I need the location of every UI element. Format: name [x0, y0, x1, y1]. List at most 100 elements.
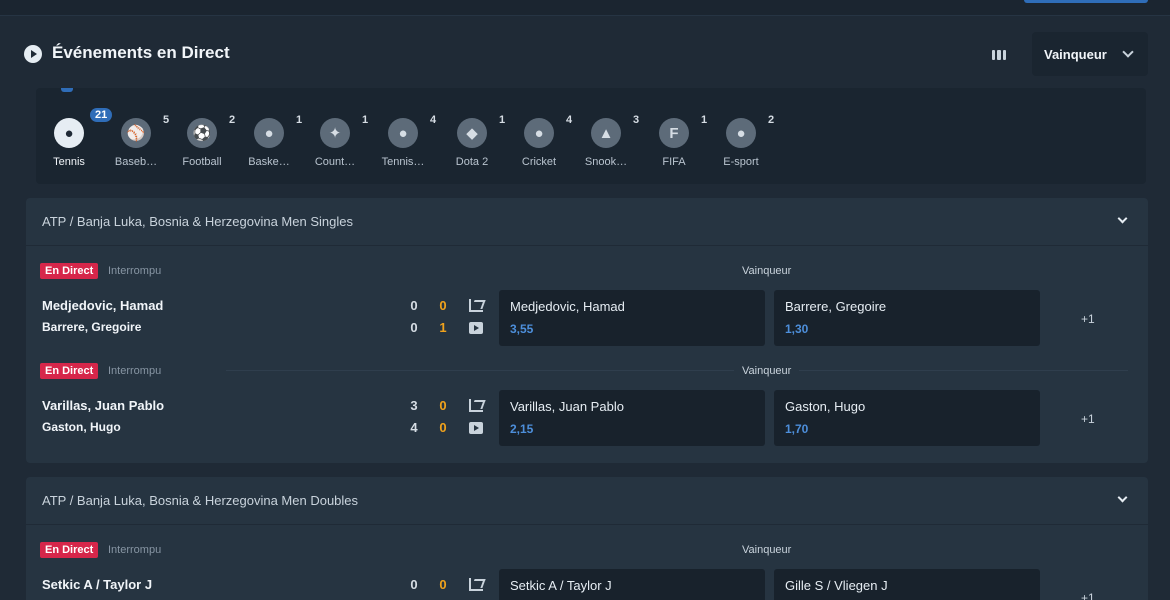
- sport-label: FIFA: [662, 156, 686, 168]
- odds-button-player-2[interactable]: Barrere, Gregoire 1,30: [774, 290, 1040, 346]
- sport-tab-counter-strike[interactable]: ✦ 1 Count…: [302, 110, 368, 170]
- odds-button-player-1[interactable]: Setkic A / Taylor J: [499, 569, 765, 600]
- baseball-icon: ⚾ 5: [121, 114, 169, 148]
- sport-tab-football[interactable]: ⚽ 2 Football: [169, 110, 235, 170]
- stats-icon[interactable]: [469, 399, 483, 412]
- market-select[interactable]: Vainqueur: [1032, 32, 1148, 76]
- column-view-icon[interactable]: [992, 50, 1006, 60]
- player-2-name[interactable]: Gaston, Hugo: [42, 420, 121, 434]
- fifa-icon: F 1: [659, 114, 707, 148]
- live-stream-icon[interactable]: [469, 322, 483, 334]
- sport-tab-esport[interactable]: ● 2 E-sport: [708, 110, 774, 170]
- sport-count: 4: [566, 114, 573, 126]
- live-stream-icon[interactable]: [469, 422, 483, 434]
- odds-button-player-2[interactable]: Gaston, Hugo 1,70: [774, 390, 1040, 446]
- sport-label: Baseb…: [114, 156, 158, 168]
- match-status: Interrompu: [108, 265, 162, 277]
- table-tennis-icon: ● 4: [388, 114, 436, 148]
- live-badge: En Direct: [40, 263, 99, 279]
- player-1-sets: 0: [410, 577, 418, 592]
- stats-icon[interactable]: [469, 299, 483, 312]
- counter-strike-icon: ✦ 1: [320, 114, 368, 148]
- sport-count: 2: [229, 114, 236, 126]
- active-sport-indicator: [61, 88, 73, 92]
- player-1-games: 0: [439, 298, 447, 313]
- player-2-sets: 0: [410, 320, 418, 335]
- more-markets-button[interactable]: +1: [1081, 312, 1095, 326]
- sport-count: 3: [633, 114, 640, 126]
- sport-label: Tennis…: [381, 156, 425, 168]
- odds-price: 3,55: [510, 322, 534, 336]
- sport-tab-table-tennis[interactable]: ● 4 Tennis…: [370, 110, 437, 170]
- odds-button-player-1[interactable]: Medjedovic, Hamad 3,55: [499, 290, 765, 346]
- odds-price: 1,30: [785, 322, 809, 336]
- live-badge: En Direct: [40, 542, 99, 558]
- league-header[interactable]: ATP / Banja Luka, Bosnia & Herzegovina M…: [26, 198, 1148, 246]
- league-section: ATP / Banja Luka, Bosnia & Herzegovina M…: [26, 477, 1148, 600]
- odds-button-player-2[interactable]: Gille S / Vliegen J: [774, 569, 1040, 600]
- sport-tab-cricket[interactable]: ● 4 Cricket: [506, 110, 572, 170]
- match-row: En Direct Interrompu Vainqueur Medjedovi…: [26, 246, 1148, 346]
- player-1-sets: 3: [410, 398, 418, 413]
- player-1-games: 0: [439, 398, 447, 413]
- match-row: En Direct Interrompu Vainqueur Varillas,…: [26, 346, 1148, 446]
- odds-selection: Gille S / Vliegen J: [785, 578, 888, 593]
- league-section: ATP / Banja Luka, Bosnia & Herzegovina M…: [26, 198, 1148, 463]
- match-row: En Direct Interrompu Vainqueur Setkic A …: [26, 525, 1148, 600]
- sport-count: 1: [701, 114, 708, 126]
- chevron-down-icon[interactable]: [1117, 213, 1128, 224]
- play-circle-icon: [24, 45, 42, 63]
- chevron-down-icon: [1122, 46, 1134, 58]
- market-label: Vainqueur: [734, 365, 800, 377]
- player-1-games: 0: [439, 577, 447, 592]
- more-markets-button[interactable]: +1: [1081, 591, 1095, 600]
- sport-tab-baseball[interactable]: ⚾ 5 Baseb…: [103, 110, 169, 170]
- sport-filter-strip: ● 21 Tennis ⚾ 5 Baseb… ⚽ 2 Football ● 1 …: [36, 88, 1146, 184]
- cricket-icon: ● 4: [524, 114, 572, 148]
- odds-selection: Barrere, Gregoire: [785, 299, 887, 314]
- top-active-indicator: [1024, 0, 1148, 3]
- sport-tab-snooker[interactable]: ▲ 3 Snook…: [573, 110, 639, 170]
- sport-label: Dota 2: [455, 156, 489, 168]
- player-2-games: 1: [439, 320, 447, 335]
- sport-count: 4: [430, 114, 437, 126]
- tennis-ball-icon: ● 21: [54, 108, 113, 148]
- sport-tab-dota-2[interactable]: ◆ 1 Dota 2: [439, 110, 505, 170]
- sport-label: Snook…: [584, 156, 628, 168]
- live-badge: En Direct: [40, 363, 99, 379]
- league-title: ATP / Banja Luka, Bosnia & Herzegovina M…: [42, 214, 353, 229]
- sport-label: Count…: [314, 156, 356, 168]
- sport-count: 2: [768, 114, 775, 126]
- league-header[interactable]: ATP / Banja Luka, Bosnia & Herzegovina M…: [26, 477, 1148, 525]
- sport-tab-tennis[interactable]: ● 21 Tennis: [36, 108, 113, 170]
- odds-button-player-1[interactable]: Varillas, Juan Pablo 2,15: [499, 390, 765, 446]
- odds-selection: Gaston, Hugo: [785, 399, 866, 414]
- player-1-name[interactable]: Medjedovic, Hamad: [42, 298, 163, 313]
- league-title: ATP / Banja Luka, Bosnia & Herzegovina M…: [42, 493, 359, 508]
- player-1-name[interactable]: Setkic A / Taylor J: [42, 577, 152, 592]
- sport-tab-fifa[interactable]: F 1 FIFA: [641, 110, 707, 170]
- player-1-name[interactable]: Varillas, Juan Pablo: [42, 398, 164, 413]
- snooker-icon: ▲ 3: [591, 114, 639, 148]
- sport-count: 1: [362, 114, 369, 126]
- live-events-header: Événements en Direct Vainqueur: [24, 30, 1148, 78]
- sport-count: 1: [499, 114, 506, 126]
- market-select-value: Vainqueur: [1044, 46, 1107, 62]
- esport-icon: ● 2: [726, 114, 774, 148]
- more-markets-button[interactable]: +1: [1081, 412, 1095, 426]
- market-label: Vainqueur: [742, 265, 792, 277]
- player-2-name[interactable]: Barrere, Gregoire: [42, 320, 141, 334]
- match-status: Interrompu: [108, 365, 162, 377]
- football-icon: ⚽ 2: [187, 114, 235, 148]
- sport-label: Baske…: [248, 156, 290, 168]
- player-2-games: 0: [439, 420, 447, 435]
- sport-tab-basketball[interactable]: ● 1 Baske…: [236, 110, 302, 170]
- stats-icon[interactable]: [469, 578, 483, 591]
- odds-price: 2,15: [510, 422, 534, 436]
- odds-price: 1,70: [785, 422, 809, 436]
- sport-label: Football: [182, 156, 222, 168]
- odds-selection: Setkic A / Taylor J: [510, 578, 612, 593]
- player-2-sets: 4: [410, 420, 418, 435]
- chevron-down-icon[interactable]: [1117, 492, 1128, 503]
- odds-selection: Medjedovic, Hamad: [510, 299, 625, 314]
